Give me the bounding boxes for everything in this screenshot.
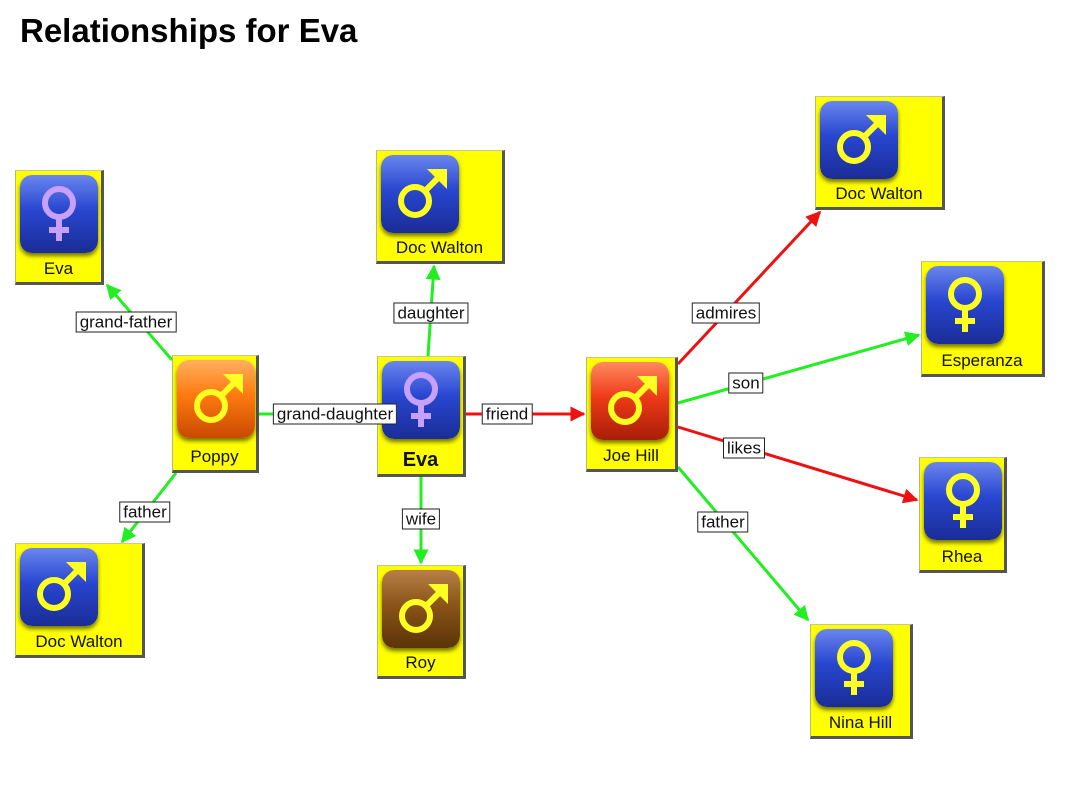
male-gender-icon [382, 570, 460, 648]
male-gender-icon [381, 155, 459, 233]
person-node-rhea[interactable]: Rhea [919, 457, 1007, 573]
female-gender-icon [924, 462, 1002, 540]
edge-likes-joe_hill-to-rhea[interactable] [677, 425, 919, 504]
person-node-eva-left[interactable]: Eva [15, 170, 104, 285]
person-name-label: Rhea [941, 547, 983, 566]
edge-label[interactable]: son [728, 372, 764, 394]
person-name-label: Joe Hill [603, 446, 659, 465]
person-name-label: Esperanza [941, 351, 1023, 370]
person-node-esperanza[interactable]: Esperanza [921, 261, 1045, 377]
male-gender-icon [20, 548, 98, 626]
male-gender-icon [591, 362, 669, 440]
edge-label[interactable]: admires [691, 302, 761, 324]
edge-label[interactable]: likes [722, 437, 766, 459]
edge-father-joe_hill-to-nina_hill[interactable] [676, 466, 810, 622]
edge-admires-joe_hill-to-doc_walton_tr[interactable] [676, 210, 822, 366]
person-name-label: Eva [43, 259, 74, 278]
person-node-doc-walton-top[interactable]: Doc Walton [376, 150, 505, 264]
male-gender-icon [820, 101, 898, 179]
person-name-label: Roy [405, 653, 436, 672]
person-name-label: Nina Hill [828, 713, 893, 732]
female-gender-icon [815, 629, 893, 707]
person-node-joe-hill[interactable]: Joe Hill [586, 357, 678, 472]
edge-label[interactable]: grand-father [75, 311, 177, 333]
person-name-label: Doc Walton [395, 238, 484, 257]
person-node-doc-walton-tr[interactable]: Doc Walton [815, 96, 945, 210]
female-gender-icon [382, 361, 460, 439]
person-node-poppy[interactable]: Poppy [172, 355, 259, 473]
female-gender-icon [926, 266, 1004, 344]
person-node-nina-hill[interactable]: Nina Hill [810, 624, 913, 739]
person-name-label: Doc Walton [35, 632, 123, 651]
male-gender-icon [177, 360, 255, 438]
edge-son-joe_hill-to-esperanza[interactable] [677, 331, 921, 405]
person-name-label: Doc Walton [835, 184, 923, 203]
person-name-label: Eva [402, 449, 439, 471]
edge-label[interactable]: daughter [393, 302, 469, 324]
edge-label[interactable]: grand-daughter [272, 403, 398, 425]
edge-label[interactable]: friend [481, 403, 533, 425]
edge-label[interactable]: father [119, 501, 171, 523]
edge-label[interactable]: wife [401, 508, 441, 530]
person-node-doc-walton-bl[interactable]: Doc Walton [15, 543, 145, 658]
person-node-roy[interactable]: Roy [377, 565, 466, 679]
edge-label[interactable]: father [697, 511, 749, 533]
female-gender-icon [20, 175, 98, 253]
person-name-label: Poppy [190, 447, 239, 466]
